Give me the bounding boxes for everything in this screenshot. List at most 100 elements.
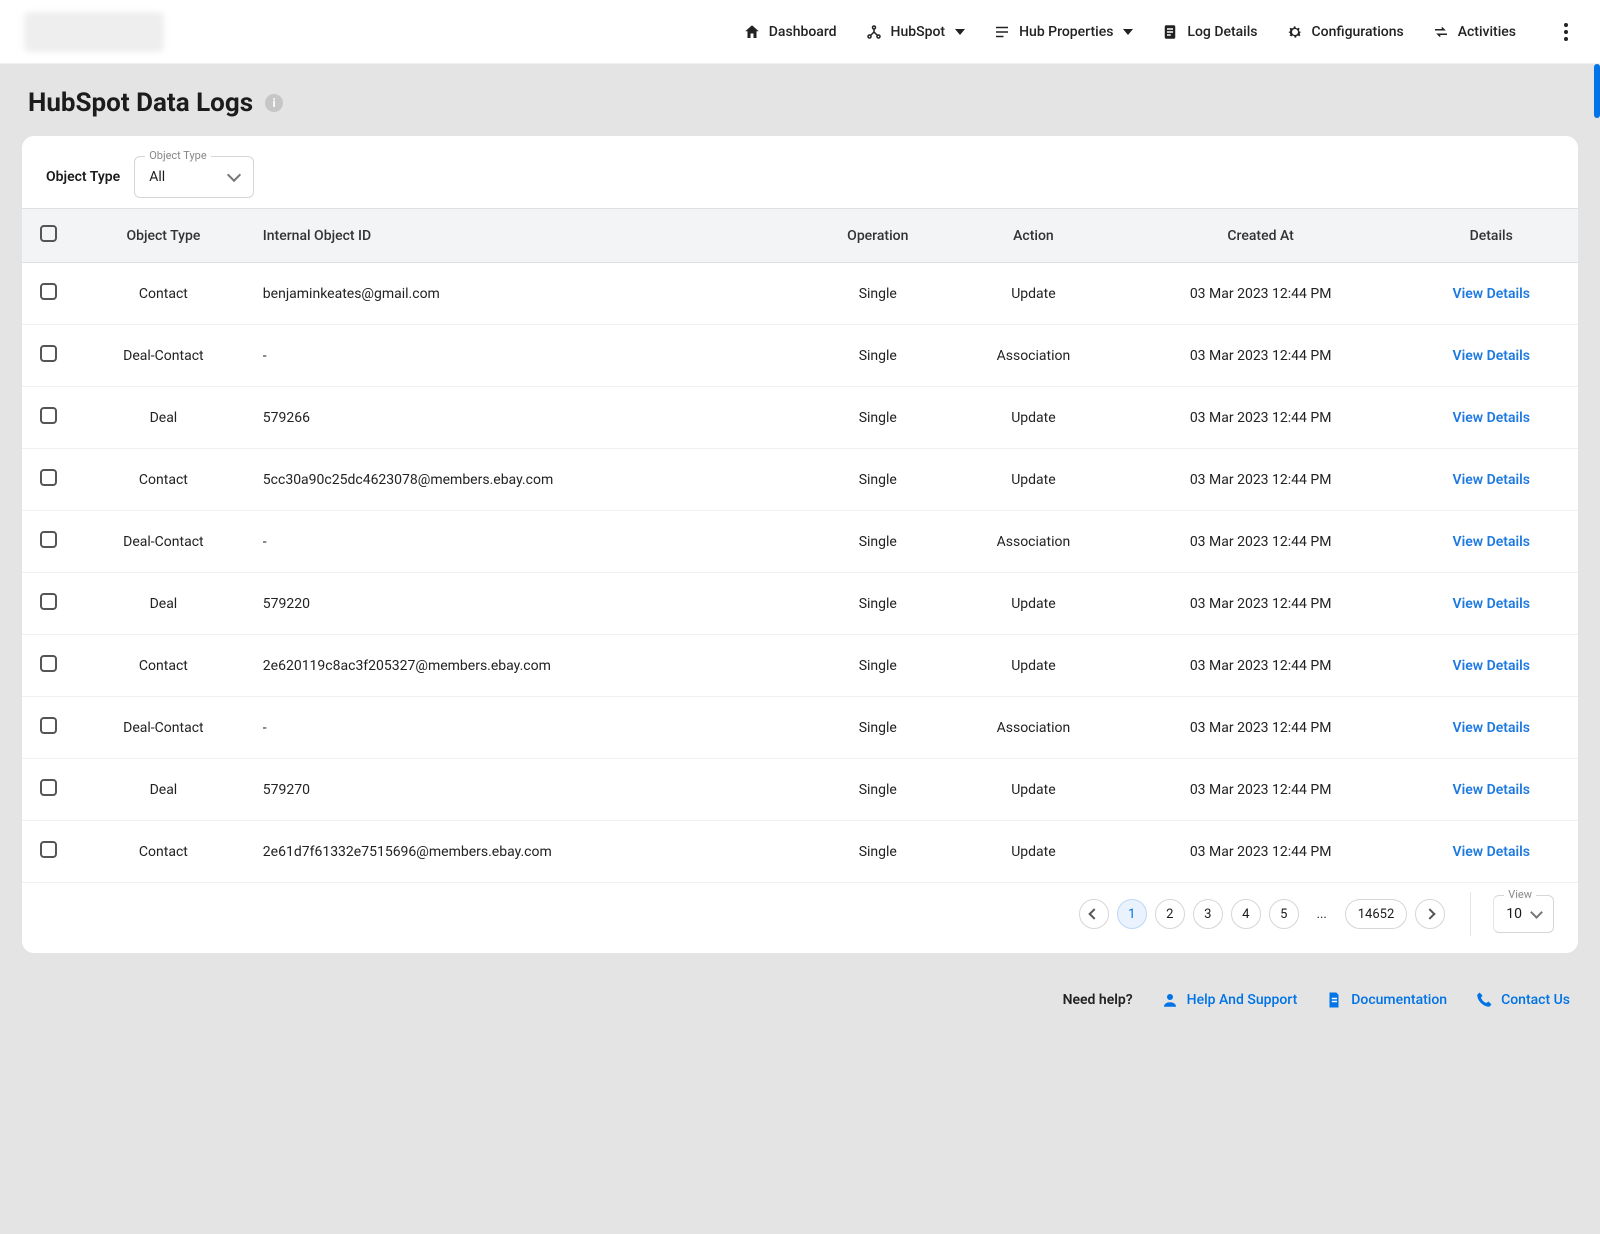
select-value: All: [149, 169, 165, 185]
cell-object-type: Deal: [74, 573, 253, 635]
logo: [24, 12, 164, 52]
row-checkbox[interactable]: [40, 593, 57, 610]
chevron-down-icon: [1530, 906, 1543, 919]
chevron-down-icon: [227, 168, 241, 182]
page-button[interactable]: 4: [1231, 899, 1261, 929]
row-checkbox[interactable]: [40, 779, 57, 796]
info-icon[interactable]: i: [265, 94, 283, 112]
view-details-link[interactable]: View Details: [1453, 658, 1530, 674]
nav-dashboard[interactable]: Dashboard: [743, 23, 837, 41]
view-details-link[interactable]: View Details: [1453, 286, 1530, 302]
cell-operation: Single: [805, 263, 950, 325]
cell-action: Update: [950, 573, 1117, 635]
nav-log-details[interactable]: Log Details: [1161, 23, 1257, 41]
cell-internal-id: 579220: [253, 573, 806, 635]
hubspot-icon: [865, 23, 883, 41]
cell-object-type: Deal: [74, 759, 253, 821]
cell-object-type: Contact: [74, 635, 253, 697]
cell-object-type: Deal-Contact: [74, 325, 253, 387]
cell-operation: Single: [805, 387, 950, 449]
contact-us-link[interactable]: Contact Us: [1475, 991, 1570, 1009]
cell-operation: Single: [805, 325, 950, 387]
cell-operation: Single: [805, 821, 950, 883]
more-menu-button[interactable]: [1556, 15, 1576, 49]
nav-configurations[interactable]: Configurations: [1286, 23, 1404, 41]
page-size-select[interactable]: View 10: [1493, 895, 1554, 933]
row-checkbox[interactable]: [40, 283, 57, 300]
topbar: Dashboard HubSpot Hub Properties Log Det…: [0, 0, 1600, 64]
page-prev-button[interactable]: [1079, 899, 1109, 929]
row-checkbox[interactable]: [40, 531, 57, 548]
need-help-text: Need help?: [1063, 992, 1133, 1008]
pagination-row: 12345...14652 View 10: [22, 883, 1578, 953]
page-button[interactable]: 14652: [1345, 899, 1408, 929]
help-row: Need help? Help And Support Documentatio…: [0, 981, 1600, 1049]
pager: 12345...14652: [1079, 899, 1446, 929]
page-next-button[interactable]: [1415, 899, 1445, 929]
view-details-link[interactable]: View Details: [1453, 348, 1530, 364]
help-support-link[interactable]: Help And Support: [1161, 991, 1298, 1009]
cell-internal-id: 579270: [253, 759, 806, 821]
scrollbar-indicator[interactable]: [1594, 64, 1600, 118]
view-details-link[interactable]: View Details: [1453, 472, 1530, 488]
cell-object-type: Deal: [74, 387, 253, 449]
nav-dashboard-label: Dashboard: [769, 24, 837, 40]
view-details-link[interactable]: View Details: [1453, 596, 1530, 612]
cell-created-at: 03 Mar 2023 12:44 PM: [1117, 635, 1405, 697]
cell-object-type: Deal-Contact: [74, 697, 253, 759]
page-size-label: View: [1504, 888, 1536, 901]
table-row: Deal579270SingleUpdate03 Mar 2023 12:44 …: [22, 759, 1578, 821]
cell-object-type: Deal-Contact: [74, 511, 253, 573]
select-all-checkbox[interactable]: [40, 225, 57, 242]
table-row: Contact2e620119c8ac3f205327@members.ebay…: [22, 635, 1578, 697]
table-row: Deal-Contact-SingleAssociation03 Mar 202…: [22, 697, 1578, 759]
cell-created-at: 03 Mar 2023 12:44 PM: [1117, 263, 1405, 325]
page-button[interactable]: 3: [1193, 899, 1223, 929]
col-operation: Operation: [805, 209, 950, 263]
nav-configurations-label: Configurations: [1312, 24, 1404, 40]
col-object-type: Object Type: [74, 209, 253, 263]
nav-hubspot[interactable]: HubSpot: [865, 23, 966, 41]
nav-activities[interactable]: Activities: [1432, 23, 1516, 41]
row-checkbox[interactable]: [40, 469, 57, 486]
cell-internal-id: 2e620119c8ac3f205327@members.ebay.com: [253, 635, 806, 697]
view-details-link[interactable]: View Details: [1453, 410, 1530, 426]
caret-down-icon: [1123, 29, 1133, 35]
table-row: Deal579220SingleUpdate03 Mar 2023 12:44 …: [22, 573, 1578, 635]
object-type-select[interactable]: Object Type All: [134, 156, 254, 198]
cell-created-at: 03 Mar 2023 12:44 PM: [1117, 821, 1405, 883]
view-details-link[interactable]: View Details: [1453, 534, 1530, 550]
col-created-at: Created At: [1117, 209, 1405, 263]
cell-operation: Single: [805, 635, 950, 697]
page-button[interactable]: 2: [1155, 899, 1185, 929]
view-details-link[interactable]: View Details: [1453, 782, 1530, 798]
row-checkbox[interactable]: [40, 841, 57, 858]
help-support-label: Help And Support: [1187, 992, 1298, 1008]
cell-action: Update: [950, 635, 1117, 697]
logs-card: Object Type Object Type All Object Type …: [22, 136, 1578, 953]
row-checkbox[interactable]: [40, 655, 57, 672]
col-details: Details: [1404, 209, 1578, 263]
cell-internal-id: 579266: [253, 387, 806, 449]
view-details-link[interactable]: View Details: [1453, 720, 1530, 736]
documentation-link[interactable]: Documentation: [1325, 991, 1447, 1009]
view-details-link[interactable]: View Details: [1453, 844, 1530, 860]
page-button[interactable]: 1: [1117, 899, 1147, 929]
person-icon: [1161, 991, 1179, 1009]
file-icon: [1325, 991, 1343, 1009]
table-row: Contact2e61d7f61332e7515696@members.ebay…: [22, 821, 1578, 883]
table-row: Deal-Contact-SingleAssociation03 Mar 202…: [22, 511, 1578, 573]
chevron-right-icon: [1425, 908, 1436, 919]
row-checkbox[interactable]: [40, 717, 57, 734]
nav-hub-properties[interactable]: Hub Properties: [993, 23, 1133, 41]
row-checkbox[interactable]: [40, 407, 57, 424]
caret-down-icon: [955, 29, 965, 35]
cell-operation: Single: [805, 573, 950, 635]
row-checkbox[interactable]: [40, 345, 57, 362]
page-button[interactable]: 5: [1269, 899, 1299, 929]
cell-internal-id: 2e61d7f61332e7515696@members.ebay.com: [253, 821, 806, 883]
cell-created-at: 03 Mar 2023 12:44 PM: [1117, 573, 1405, 635]
nav-hub-properties-label: Hub Properties: [1019, 24, 1113, 40]
cell-created-at: 03 Mar 2023 12:44 PM: [1117, 697, 1405, 759]
cell-internal-id: -: [253, 325, 806, 387]
